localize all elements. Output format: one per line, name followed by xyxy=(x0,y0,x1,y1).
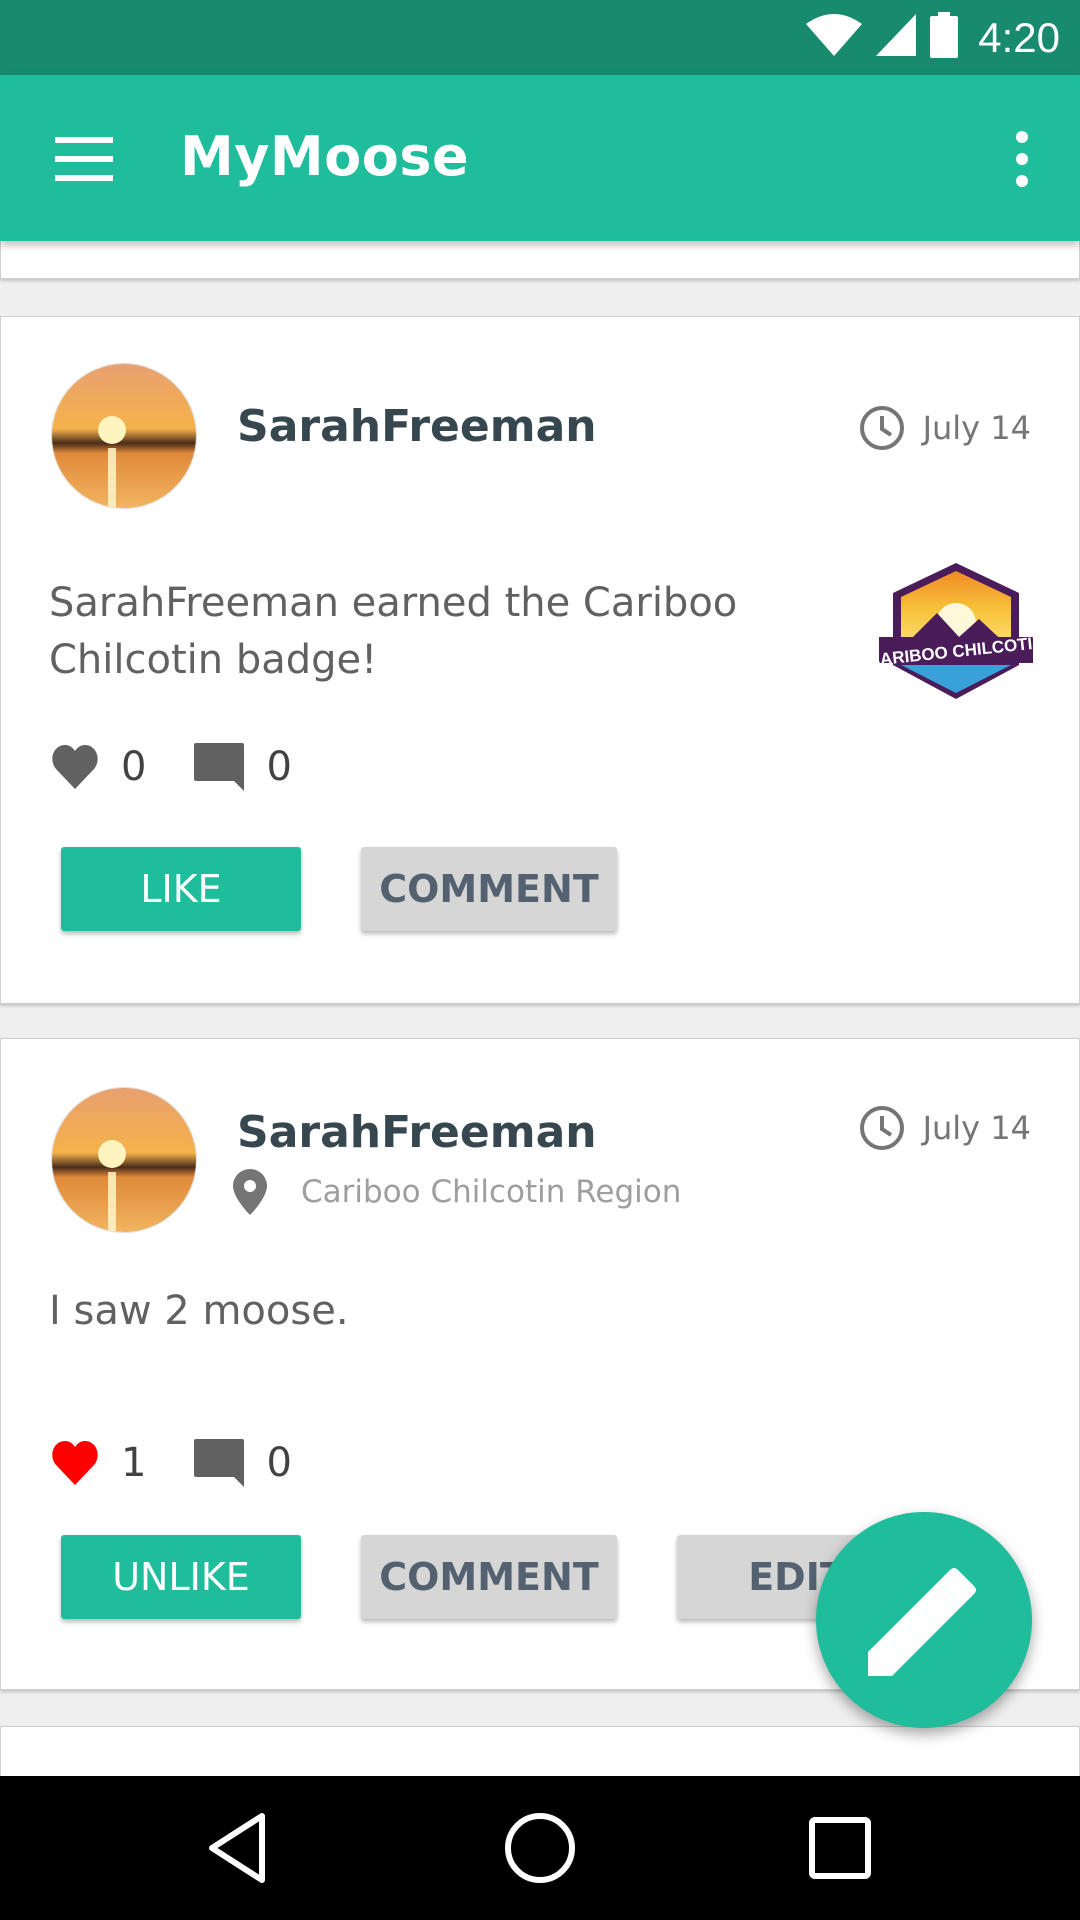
avatar[interactable] xyxy=(51,363,197,509)
post-text: SarahFreeman earned the Cariboo Chilcoti… xyxy=(49,580,738,683)
location-pin-icon xyxy=(233,1169,267,1215)
unlike-button[interactable]: UNLIKE xyxy=(61,1535,301,1619)
timestamp: July 14 xyxy=(859,405,1031,451)
heart-icon xyxy=(52,745,98,789)
username[interactable]: SarahFreeman xyxy=(237,1107,597,1158)
status-icons: 4:20 xyxy=(792,0,1060,75)
home-icon[interactable] xyxy=(502,1810,578,1886)
status-bar: 4:20 xyxy=(0,0,1080,75)
location-label: Cariboo Chilcotin Region xyxy=(301,1174,682,1210)
post-location: Cariboo Chilcotin Region xyxy=(233,1169,681,1215)
post-stats: 1 0 xyxy=(51,1439,340,1487)
post-text: I saw 2 moose. xyxy=(49,1288,349,1334)
recents-icon[interactable] xyxy=(802,1810,878,1886)
feed-card: SarahFreeman July 14 SarahFreeman earned… xyxy=(0,316,1080,1004)
avatar[interactable] xyxy=(51,1087,197,1233)
comment-button[interactable]: COMMENT xyxy=(361,1535,617,1619)
comment-button[interactable]: COMMENT xyxy=(361,847,617,931)
post-date: July 14 xyxy=(922,409,1031,447)
post-stats: 0 0 xyxy=(51,743,340,791)
pencil-icon xyxy=(868,1568,976,1676)
username[interactable]: SarahFreeman xyxy=(237,401,597,452)
cell-signal-icon xyxy=(876,14,917,61)
clock-icon xyxy=(859,406,904,450)
timestamp: July 14 xyxy=(859,1105,1031,1151)
heart-icon xyxy=(52,1441,98,1485)
battery-icon xyxy=(930,12,959,63)
app-title: MyMoose xyxy=(180,125,470,188)
back-icon[interactable] xyxy=(202,1810,278,1886)
status-time: 4:20 xyxy=(978,13,1060,61)
wifi-icon xyxy=(806,14,863,61)
comment-icon xyxy=(194,1439,245,1487)
feed-card-previous xyxy=(0,236,1080,279)
comment-count: 0 xyxy=(194,1439,292,1487)
like-count: 1 xyxy=(51,1440,146,1486)
navigation-bar xyxy=(0,1776,1080,1920)
like-button[interactable]: LIKE xyxy=(61,847,301,931)
more-vert-icon[interactable] xyxy=(1002,129,1042,189)
comment-icon xyxy=(194,743,245,791)
screen: 4:20 MyMoose SarahFreeman July 14 SarahF… xyxy=(0,0,1080,1920)
app-bar: MyMoose xyxy=(0,75,1080,241)
like-count: 0 xyxy=(51,744,146,790)
comment-count: 0 xyxy=(194,743,292,791)
cariboo-chilcotin-badge-icon: CARIBOO CHILCOTIN xyxy=(867,561,1045,701)
hamburger-menu-icon[interactable] xyxy=(55,137,113,181)
compose-fab[interactable] xyxy=(816,1512,1032,1728)
post-date: July 14 xyxy=(922,1109,1031,1147)
clock-icon xyxy=(859,1106,904,1150)
